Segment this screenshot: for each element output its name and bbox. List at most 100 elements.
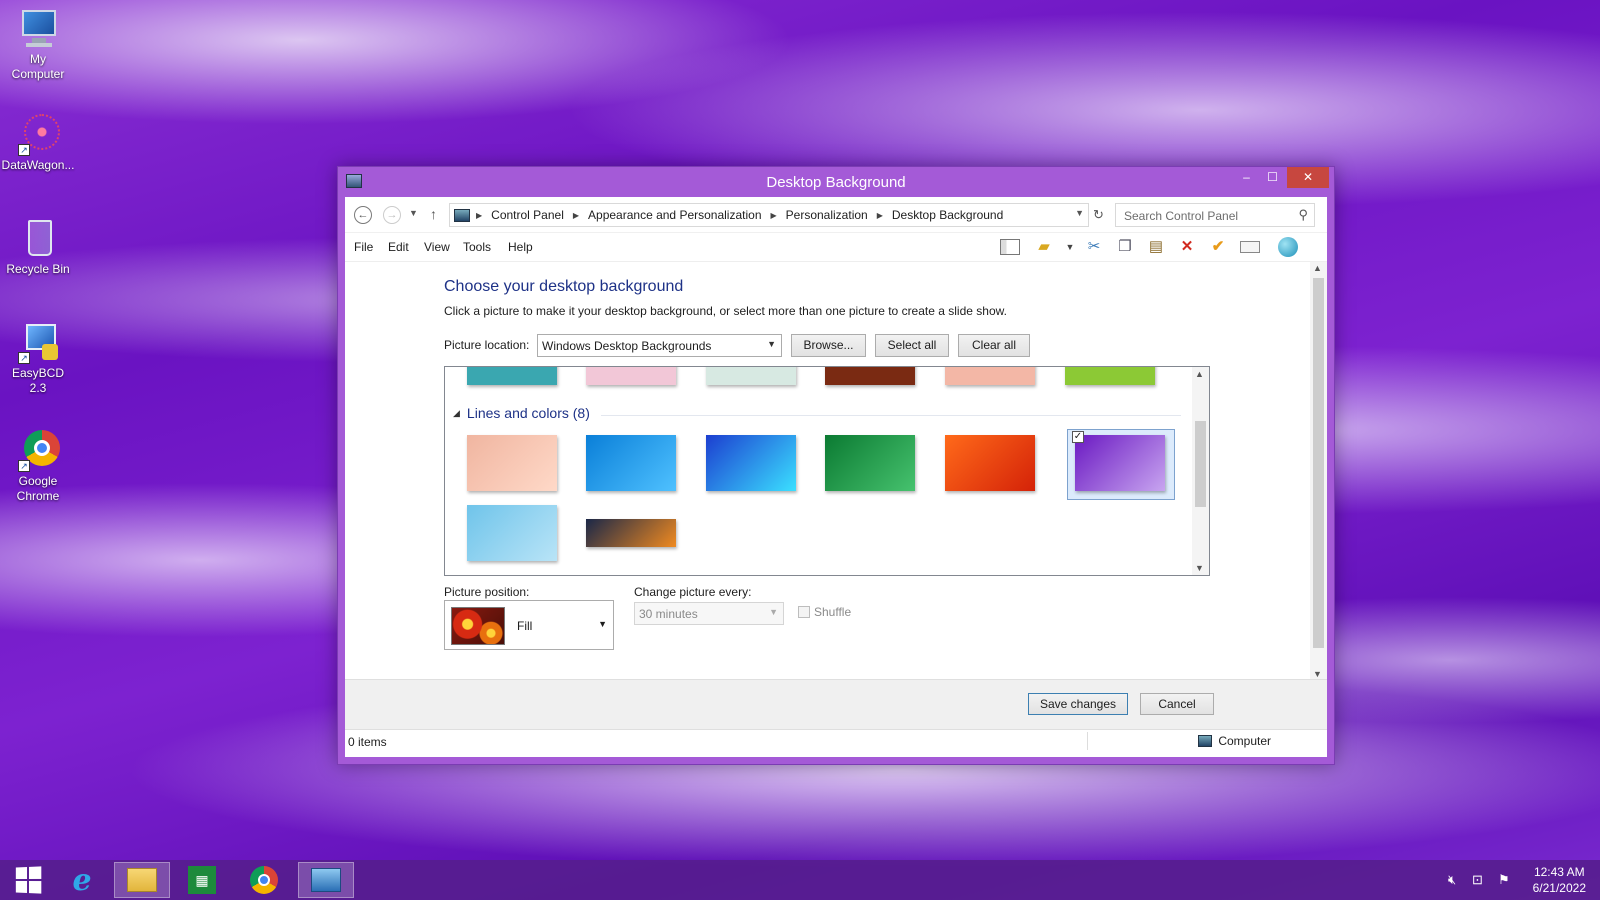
- chevron-down-icon[interactable]: ▼: [1059, 237, 1081, 257]
- close-button[interactable]: ✕: [1287, 167, 1329, 188]
- desktop-icon-recycle-bin[interactable]: Recycle Bin: [2, 218, 74, 277]
- copy-icon[interactable]: ❐: [1114, 237, 1136, 257]
- content-scroll-thumb[interactable]: [1313, 278, 1324, 648]
- datawagon-icon: ↗: [16, 114, 60, 156]
- wallpaper-thumbnail-dark-orange-stripes[interactable]: [586, 519, 676, 547]
- picture-location-label: Picture location:: [444, 338, 530, 352]
- wallpaper-thumbnail-blue-shards[interactable]: [706, 435, 796, 491]
- desktop-icon-google-chrome[interactable]: ↗ Google Chrome: [2, 430, 74, 504]
- previous-group-thumbnail[interactable]: [1065, 367, 1155, 385]
- desktop-icon-easybcd[interactable]: ↗ EasyBCD 2.3: [2, 322, 74, 396]
- layout-pane-icon[interactable]: [999, 237, 1021, 257]
- search-input[interactable]: Search Control Panel ⚲: [1115, 203, 1315, 227]
- up-button[interactable]: ↑: [430, 206, 437, 222]
- internet-explorer-icon: e: [72, 862, 92, 898]
- start-button[interactable]: [0, 862, 56, 898]
- scroll-up-arrow-icon[interactable]: ▲: [1195, 369, 1204, 379]
- clock-date: 6/21/2022: [1532, 881, 1586, 895]
- previous-group-thumbnail[interactable]: [945, 367, 1035, 385]
- menu-view[interactable]: View: [424, 240, 450, 254]
- control-panel-button[interactable]: [298, 862, 354, 898]
- gallery-scroll-thumb[interactable]: [1195, 421, 1206, 507]
- file-explorer-icon: [127, 868, 157, 892]
- minimize-button[interactable]: –: [1233, 167, 1260, 188]
- chevron-down-icon[interactable]: ▼: [1075, 208, 1084, 218]
- desktop-icon-datawagon[interactable]: ↗ DataWagon...: [2, 114, 74, 173]
- breadcrumb-appearance[interactable]: Appearance and Personalization: [588, 208, 761, 222]
- content-scrollbar[interactable]: ▲ ▼: [1310, 262, 1327, 680]
- menu-file[interactable]: File: [354, 240, 373, 254]
- network-icon[interactable]: ⊡: [1472, 872, 1483, 888]
- breadcrumb-personalization[interactable]: Personalization: [786, 208, 868, 222]
- file-explorer-button[interactable]: [114, 862, 170, 898]
- checkmark-icon[interactable]: ✔: [1207, 237, 1229, 257]
- shuffle-checkbox[interactable]: Shuffle: [798, 605, 851, 619]
- select-all-button[interactable]: Select all: [875, 334, 949, 357]
- picture-location-select[interactable]: Windows Desktop Backgrounds ▼: [537, 334, 782, 357]
- action-center-flag-icon[interactable]: ⚑: [1498, 872, 1510, 888]
- wallpaper-thumbnail-light-blue-lines[interactable]: [467, 505, 557, 561]
- desktop-icon-label: My Computer: [11, 52, 65, 81]
- scroll-up-arrow-icon[interactable]: ▲: [1313, 263, 1322, 273]
- rename-icon[interactable]: [1239, 237, 1261, 257]
- checkbox-box[interactable]: [798, 606, 810, 618]
- picture-location-value: Windows Desktop Backgrounds: [542, 339, 712, 353]
- maximize-button[interactable]: ☐: [1259, 167, 1286, 188]
- group-header[interactable]: ◢ Lines and colors (8): [453, 405, 590, 421]
- scroll-down-arrow-icon[interactable]: ▼: [1313, 669, 1322, 679]
- menu-help[interactable]: Help: [508, 240, 533, 254]
- folder-icon[interactable]: ▰: [1033, 237, 1055, 257]
- breadcrumb-desktop-background[interactable]: Desktop Background: [892, 208, 1003, 222]
- system-clock[interactable]: 12:43 AM 6/21/2022: [1533, 864, 1586, 896]
- status-location: Computer: [1198, 734, 1271, 748]
- menu-tools[interactable]: Tools: [463, 240, 491, 254]
- previous-group-thumbnail[interactable]: [706, 367, 796, 385]
- cut-icon[interactable]: ✂: [1083, 237, 1105, 257]
- breadcrumb-control-panel[interactable]: Control Panel: [491, 208, 564, 222]
- easybcd-icon: ↗: [16, 322, 60, 364]
- forward-button[interactable]: →: [383, 206, 401, 224]
- windows-logo-icon: [15, 866, 42, 894]
- delete-icon[interactable]: ✕: [1176, 237, 1198, 257]
- item-count: 0 items: [348, 735, 387, 749]
- search-placeholder: Search Control Panel: [1124, 209, 1239, 223]
- selected-checkbox[interactable]: ✓: [1072, 431, 1084, 443]
- change-interval-select[interactable]: 30 minutes ▼: [634, 602, 784, 625]
- clear-all-button[interactable]: Clear all: [958, 334, 1030, 357]
- desktop-icon-my-computer[interactable]: My Computer: [2, 8, 74, 82]
- title-bar[interactable]: Desktop Background – ☐ ✕: [338, 167, 1334, 197]
- collapse-triangle-icon[interactable]: ◢: [453, 408, 460, 419]
- wallpaper-thumbnail-blue-lines[interactable]: [586, 435, 676, 491]
- wallpaper-thumbnail-cartoon[interactable]: [467, 435, 557, 491]
- refresh-icon[interactable]: ↻: [1093, 207, 1104, 223]
- back-button[interactable]: ←: [354, 206, 372, 224]
- chrome-button[interactable]: [236, 862, 292, 898]
- previous-group-thumbnail[interactable]: [467, 367, 557, 385]
- wallpaper-thumbnail-green-lines[interactable]: [825, 435, 915, 491]
- change-interval-value: 30 minutes: [639, 607, 698, 621]
- scroll-down-arrow-icon[interactable]: ▼: [1195, 563, 1204, 573]
- group-divider: [601, 415, 1181, 416]
- chrome-icon: ↗: [16, 430, 60, 472]
- group-title: Lines and colors (8): [466, 405, 590, 421]
- wallpaper-thumbnail-orange-swirl[interactable]: [945, 435, 1035, 491]
- cancel-button[interactable]: Cancel: [1140, 693, 1214, 715]
- picture-position-select[interactable]: Fill ▼: [444, 600, 614, 650]
- internet-explorer-button[interactable]: e: [54, 862, 110, 898]
- recent-locations-dropdown[interactable]: ▼: [409, 208, 418, 218]
- save-changes-button[interactable]: Save changes: [1028, 693, 1128, 715]
- action-footer: Save changes Cancel: [345, 679, 1327, 729]
- volume-muted-icon[interactable]: 🔇︎: [1448, 872, 1456, 888]
- menu-edit[interactable]: Edit: [388, 240, 409, 254]
- address-bar[interactable]: ▶ Control Panel ▶ Appearance and Persona…: [449, 203, 1089, 227]
- previous-group-thumbnail[interactable]: [825, 367, 915, 385]
- browse-button[interactable]: Browse...: [791, 334, 866, 357]
- desktop-icon-label: EasyBCD 2.3: [11, 366, 64, 395]
- previous-group-thumbnail[interactable]: [586, 367, 676, 385]
- store-button[interactable]: ▦: [174, 862, 230, 898]
- paste-icon[interactable]: ▤: [1145, 237, 1167, 257]
- search-icon[interactable]: ⚲: [1298, 207, 1308, 223]
- globe-icon[interactable]: [1277, 237, 1299, 257]
- wallpaper-thumbnail-purple-waves[interactable]: [1075, 435, 1165, 491]
- gallery-scrollbar[interactable]: ▲ ▼: [1192, 367, 1209, 575]
